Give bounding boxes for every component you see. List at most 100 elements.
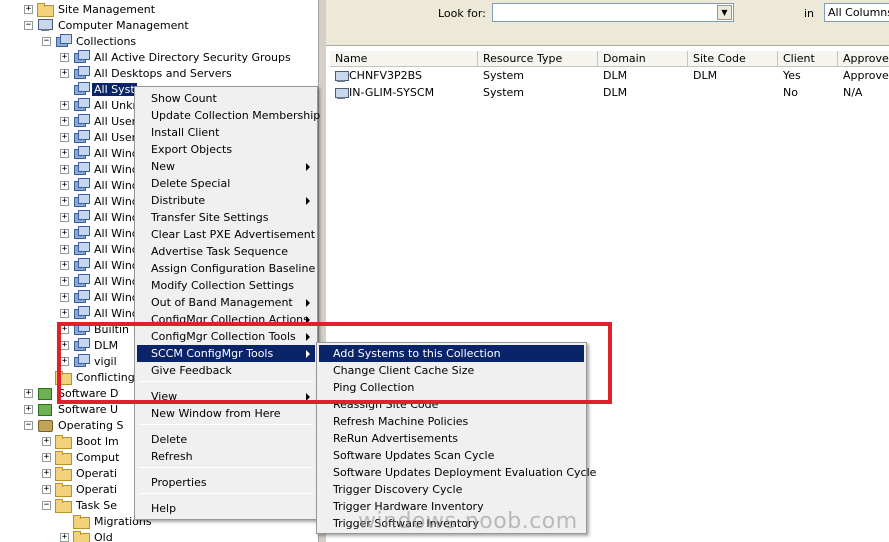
in-columns-select[interactable]: All Columns bbox=[824, 3, 889, 22]
tree-item[interactable]: + All Wind bbox=[60, 305, 141, 321]
expand-toggle[interactable]: + bbox=[60, 532, 69, 542]
column-header-name[interactable]: Name bbox=[330, 51, 478, 67]
chevron-down-icon[interactable]: ▼ bbox=[717, 5, 732, 20]
expand-toggle[interactable]: + bbox=[60, 292, 69, 302]
collapse-toggle[interactable]: − bbox=[42, 500, 51, 510]
expand-toggle[interactable]: + bbox=[60, 228, 69, 238]
tree-item[interactable]: All Syst bbox=[60, 81, 137, 97]
tree-item[interactable]: + All Wind bbox=[60, 241, 141, 257]
tree-item[interactable]: + vigil bbox=[60, 353, 119, 369]
tree-item[interactable]: + All Wind bbox=[60, 161, 141, 177]
menu-item-distribute[interactable]: Distribute bbox=[137, 192, 315, 209]
column-header-resource-type[interactable]: Resource Type bbox=[478, 51, 598, 67]
tree-item[interactable]: + Comput bbox=[42, 449, 121, 465]
tree-item[interactable]: − Operating S bbox=[24, 417, 125, 433]
tree-item[interactable]: − Collections bbox=[42, 33, 138, 49]
tree-item[interactable]: + All Active Directory Security Groups bbox=[60, 49, 293, 65]
tree-item[interactable]: − Task Se bbox=[42, 497, 119, 513]
submenu-item-ping-collection[interactable]: Ping Collection bbox=[319, 379, 584, 396]
menu-item-help[interactable]: Help bbox=[137, 500, 315, 517]
expand-toggle[interactable]: + bbox=[42, 484, 51, 494]
tree-item[interactable]: + All Wind bbox=[60, 273, 141, 289]
menu-item-transfer-site-settings[interactable]: Transfer Site Settings bbox=[137, 209, 315, 226]
submenu-item-change-client-cache-size[interactable]: Change Client Cache Size bbox=[319, 362, 584, 379]
column-header-site-code[interactable]: Site Code bbox=[688, 51, 778, 67]
menu-item-properties[interactable]: Properties bbox=[137, 474, 315, 491]
column-header-approved[interactable]: Approved bbox=[838, 51, 889, 67]
menu-item-delete-special[interactable]: Delete Special bbox=[137, 175, 315, 192]
tree-item[interactable]: + All Wind bbox=[60, 177, 141, 193]
tree-item[interactable]: + All Desktops and Servers bbox=[60, 65, 234, 81]
submenu-item-trigger-hardware-inventory[interactable]: Trigger Hardware Inventory bbox=[319, 498, 584, 515]
expand-toggle[interactable]: + bbox=[60, 164, 69, 174]
menu-item-out-of-band-management[interactable]: Out of Band Management bbox=[137, 294, 315, 311]
expand-toggle[interactable]: + bbox=[60, 212, 69, 222]
tree-item[interactable]: + Site Management bbox=[24, 1, 157, 17]
tree-item[interactable]: + Operati bbox=[42, 465, 119, 481]
expand-toggle[interactable]: + bbox=[24, 388, 33, 398]
menu-item-new[interactable]: New bbox=[137, 158, 315, 175]
submenu-item-add-systems-to-this-collection[interactable]: Add Systems to this Collection bbox=[319, 345, 584, 362]
submenu-item-trigger-discovery-cycle[interactable]: Trigger Discovery Cycle bbox=[319, 481, 584, 498]
expand-toggle[interactable]: + bbox=[24, 4, 33, 14]
expand-toggle[interactable]: + bbox=[60, 148, 69, 158]
tree-item[interactable]: + Operati bbox=[42, 481, 119, 497]
submenu-item-refresh-machine-policies[interactable]: Refresh Machine Policies bbox=[319, 413, 584, 430]
expand-toggle[interactable]: + bbox=[42, 452, 51, 462]
tree-item[interactable]: + All Wind bbox=[60, 289, 141, 305]
menu-item-new-window-from-here[interactable]: New Window from Here bbox=[137, 405, 315, 422]
tree-item[interactable]: + All Wind bbox=[60, 145, 141, 161]
expand-toggle[interactable]: + bbox=[60, 68, 69, 78]
expand-toggle[interactable]: + bbox=[42, 468, 51, 478]
tree-item[interactable]: + DLM bbox=[60, 337, 120, 353]
menu-item-view[interactable]: View bbox=[137, 388, 315, 405]
menu-item-delete[interactable]: Delete bbox=[137, 431, 315, 448]
menu-item-export-objects[interactable]: Export Objects bbox=[137, 141, 315, 158]
column-header-domain[interactable]: Domain bbox=[598, 51, 688, 67]
submenu-item-software-updates-deployment-evaluation-cycle[interactable]: Software Updates Deployment Evaluation C… bbox=[319, 464, 596, 481]
tree-item[interactable]: + All Wind bbox=[60, 193, 141, 209]
column-header-client[interactable]: Client bbox=[778, 51, 838, 67]
menu-item-configmgr-collection-actions[interactable]: ConfigMgr Collection Actions bbox=[137, 311, 315, 328]
expand-toggle[interactable]: + bbox=[60, 196, 69, 206]
menu-item-configmgr-collection-tools[interactable]: ConfigMgr Collection Tools bbox=[137, 328, 315, 345]
expand-toggle[interactable]: + bbox=[60, 52, 69, 62]
tree-item[interactable]: Conflicting R bbox=[42, 369, 148, 385]
submenu-item-trigger-software-inventory[interactable]: Trigger Software Inventory bbox=[319, 515, 584, 532]
tree-item[interactable]: + Software U bbox=[24, 401, 120, 417]
tree-item[interactable]: + Boot Im bbox=[42, 433, 121, 449]
menu-item-assign-configuration-baseline[interactable]: Assign Configuration Baseline bbox=[137, 260, 315, 277]
tree-item[interactable]: + All Unkn bbox=[60, 97, 142, 113]
submenu-item-software-updates-scan-cycle[interactable]: Software Updates Scan Cycle bbox=[319, 447, 584, 464]
expand-toggle[interactable]: + bbox=[60, 244, 69, 254]
expand-toggle[interactable]: + bbox=[60, 340, 69, 350]
expand-toggle[interactable]: + bbox=[60, 100, 69, 110]
tree-item[interactable]: + All User bbox=[60, 113, 138, 129]
tree-item[interactable]: + Software D bbox=[24, 385, 120, 401]
submenu-item-reassign-site-code[interactable]: Reassign Site Code bbox=[319, 396, 584, 413]
tree-item[interactable]: + All User bbox=[60, 129, 138, 145]
expand-toggle[interactable]: + bbox=[60, 132, 69, 142]
tree-item[interactable]: + All Wind bbox=[60, 225, 141, 241]
expand-toggle[interactable]: + bbox=[60, 276, 69, 286]
tree-item[interactable]: + All Wind bbox=[60, 209, 141, 225]
menu-item-update-collection-membership[interactable]: Update Collection Membership bbox=[137, 107, 320, 124]
collapse-toggle[interactable]: − bbox=[24, 420, 33, 430]
collapse-toggle[interactable]: − bbox=[24, 20, 33, 30]
menu-item-give-feedback[interactable]: Give Feedback bbox=[137, 362, 315, 379]
tree-item[interactable]: − Computer Management bbox=[24, 17, 191, 33]
expand-toggle[interactable]: + bbox=[60, 324, 69, 334]
menu-item-modify-collection-settings[interactable]: Modify Collection Settings bbox=[137, 277, 315, 294]
expand-toggle[interactable]: + bbox=[24, 404, 33, 414]
menu-item-clear-last-pxe-advertisement[interactable]: Clear Last PXE Advertisement bbox=[137, 226, 315, 243]
expand-toggle[interactable]: + bbox=[60, 260, 69, 270]
expand-toggle[interactable]: + bbox=[60, 356, 69, 366]
look-for-input[interactable]: ▼ bbox=[492, 3, 734, 22]
menu-item-advertise-task-sequence[interactable]: Advertise Task Sequence bbox=[137, 243, 315, 260]
menu-item-refresh[interactable]: Refresh bbox=[137, 448, 315, 465]
expand-toggle[interactable]: + bbox=[60, 308, 69, 318]
expand-toggle[interactable]: + bbox=[60, 116, 69, 126]
menu-item-sccm-configmgr-tools[interactable]: SCCM ConfigMgr Tools bbox=[137, 345, 315, 362]
tree-item[interactable]: + Old bbox=[60, 529, 115, 542]
collapse-toggle[interactable]: − bbox=[42, 36, 51, 46]
